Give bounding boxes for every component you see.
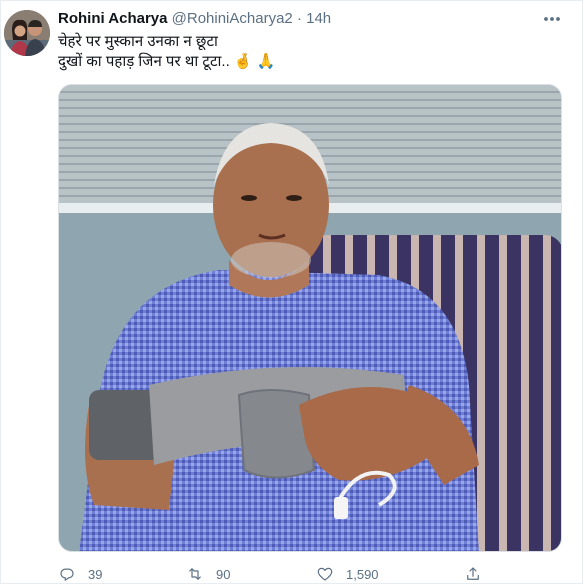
reply-icon <box>60 568 74 581</box>
share-button[interactable] <box>464 564 482 584</box>
author-handle[interactable]: @RohiniAcharya2 <box>172 10 293 27</box>
avatar[interactable] <box>4 10 50 56</box>
more-options-icon[interactable] <box>541 9 563 29</box>
tweet-text: चेहरे पर मुस्कान उनका न छूटा दुखों का पहा… <box>58 32 275 72</box>
tweet-text-line-2: दुखों का पहाड़ जिन पर था टूटा.. 🤞 🙏 <box>58 52 275 72</box>
photo-illustration <box>59 85 561 551</box>
emoji-group: 🤞 🙏 <box>233 53 276 70</box>
like-button[interactable]: 1,590 <box>316 564 379 584</box>
action-bar: 39 90 1,590 <box>58 564 498 586</box>
tweet-media-photo[interactable] <box>58 84 562 552</box>
share-icon <box>467 567 479 580</box>
retweet-button[interactable]: 90 <box>186 564 230 584</box>
tweet-text-line-2-words: दुखों का पहाड़ जिन पर था टूटा.. <box>58 53 230 70</box>
tweet-text-line-1: चेहरे पर मुस्कान उनका न छूटा <box>58 33 218 50</box>
retweet-icon <box>189 568 201 580</box>
tweet-card[interactable]: Rohini Acharya @RohiniAcharya2 · 14h चेह… <box>0 0 583 584</box>
heart-icon <box>317 567 333 581</box>
tweet-header: Rohini Acharya @RohiniAcharya2 · 14h <box>58 10 331 27</box>
separator-dot: · <box>296 10 302 27</box>
author-name[interactable]: Rohini Acharya <box>58 10 167 27</box>
reply-button[interactable]: 39 <box>58 564 102 584</box>
retweet-count: 90 <box>216 566 231 582</box>
timestamp[interactable]: 14h <box>306 10 331 27</box>
like-count: 1,590 <box>346 566 379 582</box>
reply-count: 39 <box>88 566 103 582</box>
